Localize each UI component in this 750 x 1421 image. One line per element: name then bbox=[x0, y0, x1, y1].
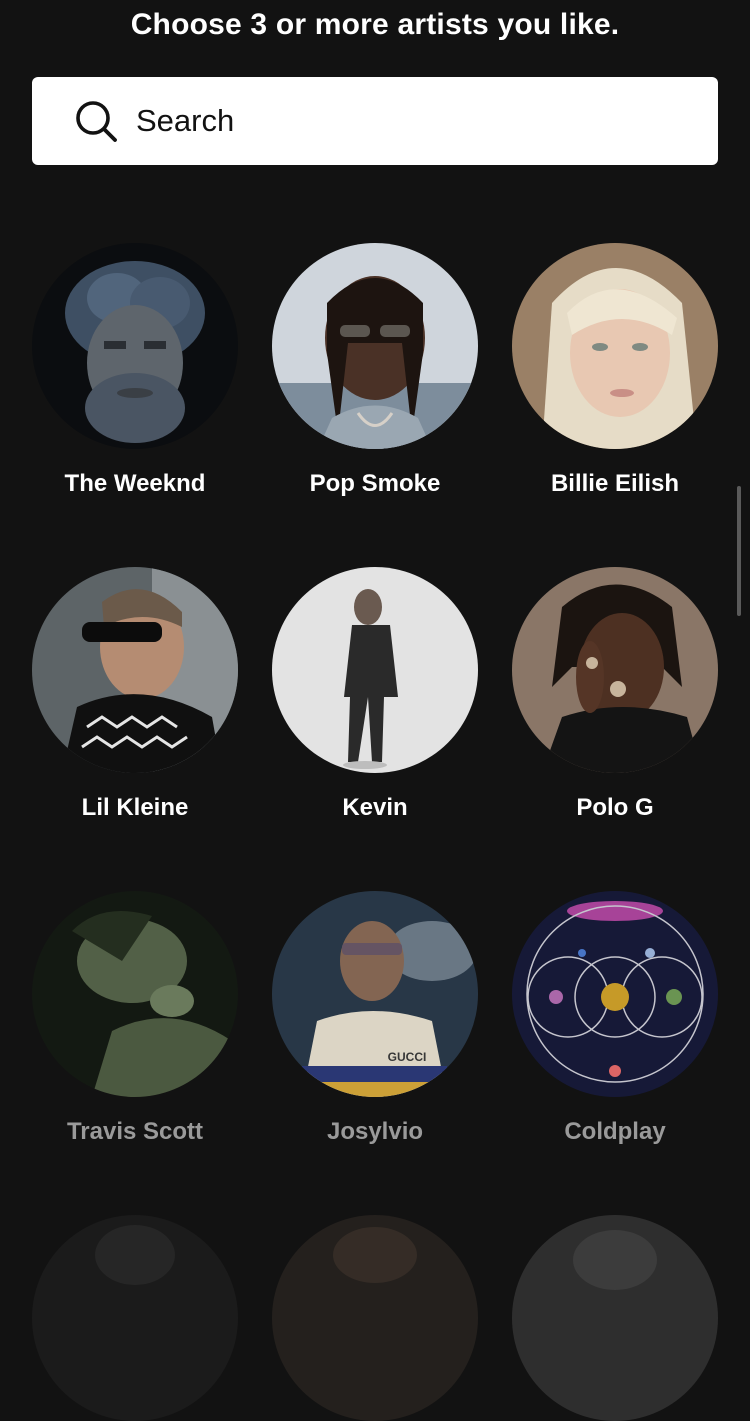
svg-text:GUCCI: GUCCI bbox=[388, 1050, 427, 1064]
artist-card-kevin[interactable]: Kevin bbox=[264, 567, 484, 847]
artist-card-polo-g[interactable]: Polo G bbox=[504, 567, 724, 847]
artist-name: Lil Kleine bbox=[81, 794, 189, 821]
artist-card-josylvio[interactable]: GUCCI Josylvio bbox=[264, 891, 484, 1171]
artist-avatar bbox=[272, 243, 478, 449]
artist-avatar bbox=[512, 891, 718, 1097]
artist-avatar bbox=[32, 891, 238, 1097]
artist-name: Pop Smoke bbox=[309, 470, 441, 497]
artist-card-lil-kleine[interactable]: Lil Kleine bbox=[24, 567, 244, 847]
artist-avatar-partial[interactable] bbox=[272, 1215, 478, 1421]
artist-avatar bbox=[272, 567, 478, 773]
artist-avatar: GUCCI bbox=[272, 891, 478, 1097]
artist-avatar-partial[interactable] bbox=[32, 1215, 238, 1421]
artist-card-pop-smoke[interactable]: Pop Smoke bbox=[264, 243, 484, 523]
artist-name: Travis Scott bbox=[66, 1118, 204, 1145]
artist-avatar bbox=[32, 243, 238, 449]
artist-grid: The Weeknd Pop Smoke Billie Eilish Lil K… bbox=[0, 0, 750, 1421]
artist-card-travis-scott[interactable]: Travis Scott bbox=[24, 891, 244, 1171]
artist-avatar bbox=[32, 567, 238, 773]
artist-name: The Weeknd bbox=[64, 470, 206, 497]
scrollbar[interactable] bbox=[737, 486, 741, 616]
artist-card-coldplay[interactable]: Coldplay bbox=[504, 891, 724, 1171]
artist-avatar bbox=[512, 567, 718, 773]
artist-name: Coldplay bbox=[564, 1118, 666, 1145]
artist-name: Josylvio bbox=[326, 1118, 424, 1145]
artist-name: Kevin bbox=[342, 794, 408, 821]
artist-avatar bbox=[512, 243, 718, 449]
artist-card-billie-eilish[interactable]: Billie Eilish bbox=[504, 243, 724, 523]
artist-name: Billie Eilish bbox=[550, 470, 680, 497]
artist-avatar-partial[interactable] bbox=[512, 1215, 718, 1421]
artist-name: Polo G bbox=[576, 794, 654, 821]
artist-card-the-weeknd[interactable]: The Weeknd bbox=[24, 243, 244, 523]
